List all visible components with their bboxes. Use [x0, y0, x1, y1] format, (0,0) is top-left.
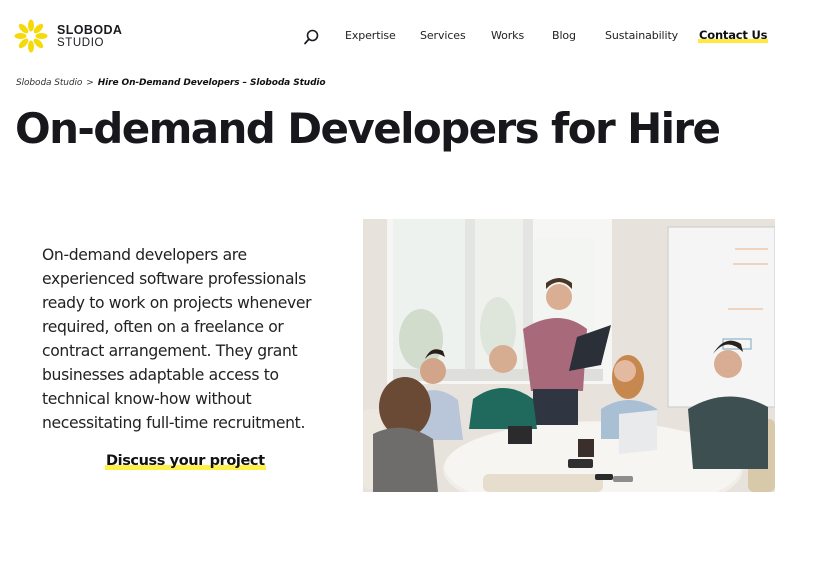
site-header: SLOBODA STUDIO Expertise Services Works … [0, 0, 823, 72]
discuss-project-link[interactable]: Discuss your project [105, 453, 266, 470]
team-meeting-illustration [363, 219, 775, 492]
breadcrumb: Sloboda Studio > Hire On-Demand Developers… [16, 78, 326, 88]
breadcrumb-separator: > [86, 78, 94, 88]
logo-line-2: STUDIO [57, 36, 105, 49]
breadcrumb-current: Hire On-Demand Developers – Sloboda Stud… [97, 78, 326, 88]
nav-sustainability[interactable]: Sustainability [605, 29, 678, 42]
sunflower-petals-icon [14, 19, 48, 53]
nav-services[interactable]: Services [420, 29, 466, 42]
logo-line-1: SLOBODA [57, 22, 123, 37]
nav-blog[interactable]: Blog [552, 29, 576, 42]
nav-expertise[interactable]: Expertise [345, 29, 396, 42]
team-meeting-photo [363, 219, 775, 492]
logo-text: SLOBODA STUDIO [57, 22, 123, 49]
logo[interactable]: SLOBODA STUDIO [14, 19, 122, 53]
breadcrumb-home-link[interactable]: Sloboda Studio [16, 78, 82, 88]
contact-us-link[interactable]: Contact Us [698, 28, 769, 43]
search-icon[interactable] [302, 28, 320, 46]
nav-works[interactable]: Works [491, 29, 524, 42]
page-title: On-demand Developers for Hire [15, 104, 721, 153]
intro-paragraph: On-demand developers are experienced sof… [42, 246, 312, 432]
